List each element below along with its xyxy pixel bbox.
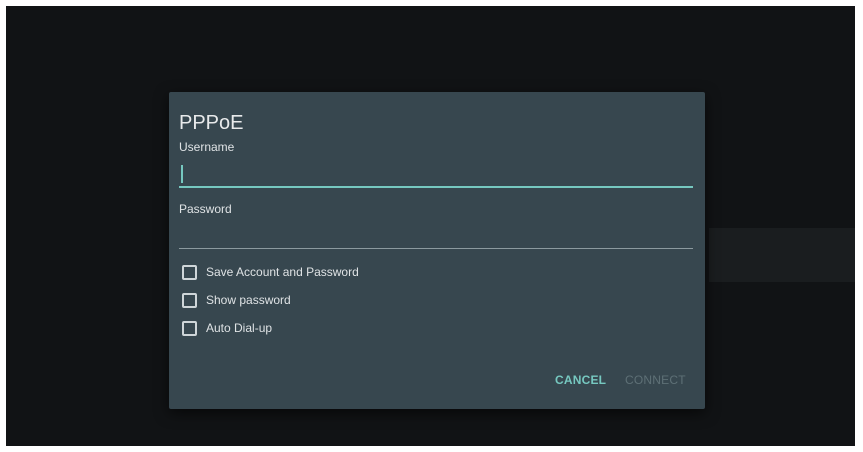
auto-dialup-option[interactable]: Auto Dial-up bbox=[182, 320, 272, 336]
tv-screen: PPPoE Username Password Save Account and… bbox=[6, 6, 855, 446]
show-password-label: Show password bbox=[206, 293, 291, 307]
background-panel bbox=[709, 228, 855, 282]
show-password-option[interactable]: Show password bbox=[182, 292, 291, 308]
show-password-checkbox[interactable] bbox=[182, 292, 197, 308]
auto-dialup-checkbox[interactable] bbox=[182, 320, 197, 336]
cancel-button[interactable]: CANCEL bbox=[555, 373, 606, 387]
text-cursor bbox=[181, 165, 183, 183]
dialog-title: PPPoE bbox=[179, 112, 244, 134]
username-field[interactable] bbox=[179, 160, 693, 188]
password-label: Password bbox=[179, 202, 232, 216]
connect-button[interactable]: CONNECT bbox=[625, 373, 686, 387]
auto-dialup-label: Auto Dial-up bbox=[206, 321, 273, 335]
password-field[interactable] bbox=[179, 222, 693, 249]
save-account-label: Save Account and Password bbox=[206, 265, 359, 279]
save-account-checkbox[interactable] bbox=[182, 264, 197, 280]
save-account-option[interactable]: Save Account and Password bbox=[182, 264, 359, 280]
pppoe-dialog: PPPoE Username Password Save Account and… bbox=[169, 92, 705, 409]
username-label: Username bbox=[179, 140, 235, 154]
